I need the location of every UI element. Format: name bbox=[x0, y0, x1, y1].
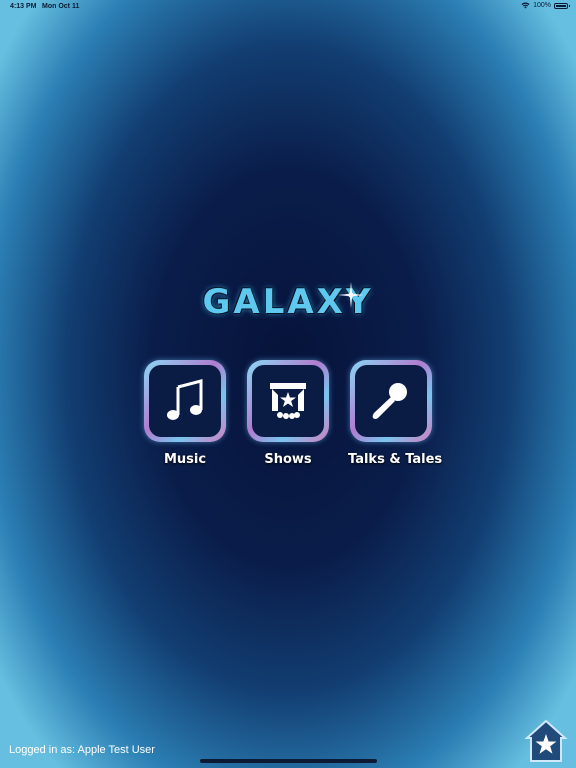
menu-label-shows: Shows bbox=[264, 452, 312, 467]
talks-tales-tile[interactable] bbox=[350, 360, 432, 442]
status-indicators: 100% bbox=[521, 2, 570, 9]
status-time: 4:13 PM bbox=[10, 3, 37, 10]
logged-in-text: Logged in as: Apple Test User bbox=[9, 744, 155, 756]
battery-icon bbox=[554, 2, 570, 9]
status-bar: 4:13 PM Mon Oct 11 100% bbox=[0, 0, 576, 14]
menu-label-music: Music bbox=[163, 452, 207, 467]
microphone-icon bbox=[372, 383, 407, 419]
wifi-icon bbox=[521, 2, 530, 9]
sparkle-icon bbox=[338, 282, 364, 308]
battery-level bbox=[556, 4, 566, 7]
stage-icon bbox=[270, 383, 306, 419]
status-date: Mon Oct 11 bbox=[42, 3, 80, 10]
shows-tile[interactable] bbox=[247, 360, 329, 442]
menu-item-shows[interactable]: Shows bbox=[245, 360, 331, 467]
menu-label-talks-tales: Talks & Tales bbox=[348, 452, 443, 467]
menu-item-music[interactable]: Music bbox=[142, 360, 228, 467]
home-indicator[interactable] bbox=[200, 759, 377, 763]
menu-item-talks-tales[interactable]: Talks & Tales bbox=[348, 360, 443, 467]
music-tile[interactable] bbox=[144, 360, 226, 442]
music-note-icon bbox=[167, 379, 203, 420]
main-menu: Music Shows Talks & Tales bbox=[0, 360, 576, 480]
house-star-icon[interactable] bbox=[524, 718, 568, 764]
galaxy-logo: GALAXY bbox=[202, 282, 374, 322]
battery-percent: 100% bbox=[533, 2, 551, 9]
